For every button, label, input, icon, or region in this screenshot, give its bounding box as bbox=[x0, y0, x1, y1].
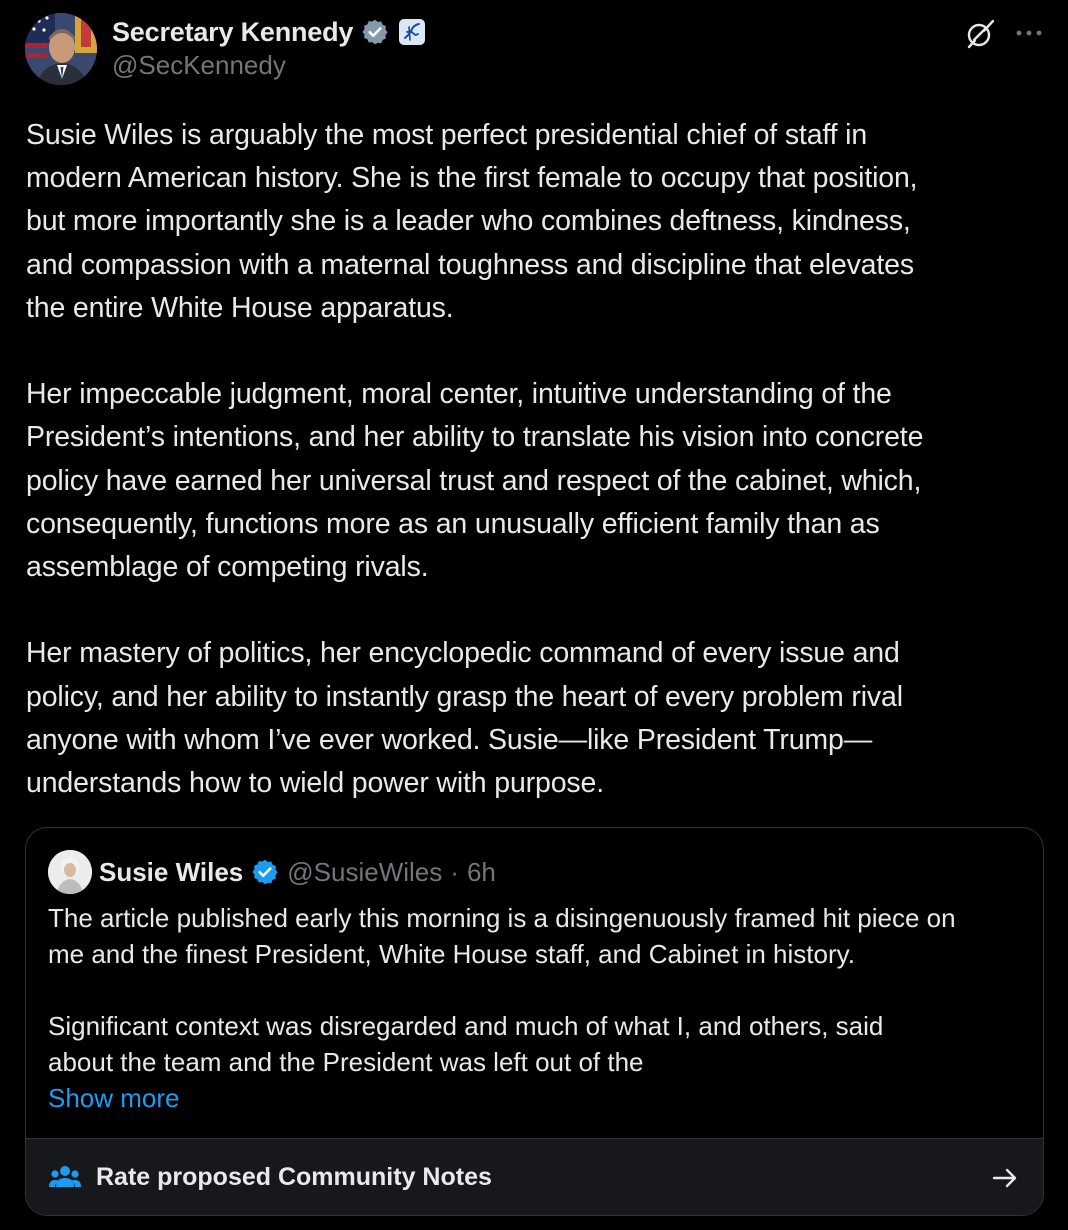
quoted-tweet-card[interactable]: Susie Wiles @SusieWiles · 6h The article… bbox=[25, 827, 1044, 1216]
community-notes-label: Rate proposed Community Notes bbox=[96, 1163, 492, 1191]
quoted-header: Susie Wiles @SusieWiles · 6h bbox=[99, 854, 496, 890]
quoted-tweet-text: The article published early this morning… bbox=[48, 900, 1033, 1080]
arrow-right-icon[interactable] bbox=[990, 1163, 1020, 1193]
tweet-paragraph: Her mastery of politics, her encyclopedi… bbox=[26, 637, 903, 800]
community-notes-icon bbox=[48, 1161, 82, 1195]
quoted-paragraph: Significant context was disregarded and … bbox=[48, 1011, 884, 1077]
quoted-author-avatar[interactable] bbox=[48, 850, 92, 894]
quoted-verified-badge-icon[interactable] bbox=[251, 858, 279, 886]
quoted-separator: · bbox=[450, 856, 459, 887]
author-handle[interactable]: @SecKennedy bbox=[112, 50, 286, 81]
author-avatar[interactable] bbox=[25, 13, 97, 85]
hhs-affiliation-icon[interactable] bbox=[399, 19, 426, 45]
community-notes-bar[interactable]: Rate proposed Community Notes bbox=[26, 1138, 1043, 1215]
quoted-timestamp[interactable]: 6h bbox=[467, 857, 496, 888]
author-name-row: Secretary Kennedy bbox=[112, 14, 426, 50]
quoted-paragraph: The article published early this morning… bbox=[48, 903, 956, 969]
verified-badge-icon[interactable] bbox=[361, 18, 389, 46]
author-display-name[interactable]: Secretary Kennedy bbox=[112, 17, 353, 48]
tweet-text: Susie Wiles is arguably the most perfect… bbox=[26, 114, 1052, 805]
quoted-handle[interactable]: @SusieWiles bbox=[287, 857, 442, 888]
more-options-icon[interactable] bbox=[1014, 26, 1044, 40]
grok-icon[interactable] bbox=[964, 18, 996, 50]
show-more-link[interactable]: Show more bbox=[48, 1080, 180, 1116]
tweet-paragraph: Her impeccable judgment, moral center, i… bbox=[26, 378, 924, 584]
tweet-paragraph: Susie Wiles is arguably the most perfect… bbox=[26, 119, 918, 324]
quoted-display-name[interactable]: Susie Wiles bbox=[99, 857, 243, 888]
tweet: Secretary Kennedy @SecKennedy Susie Wile… bbox=[0, 0, 1068, 1230]
